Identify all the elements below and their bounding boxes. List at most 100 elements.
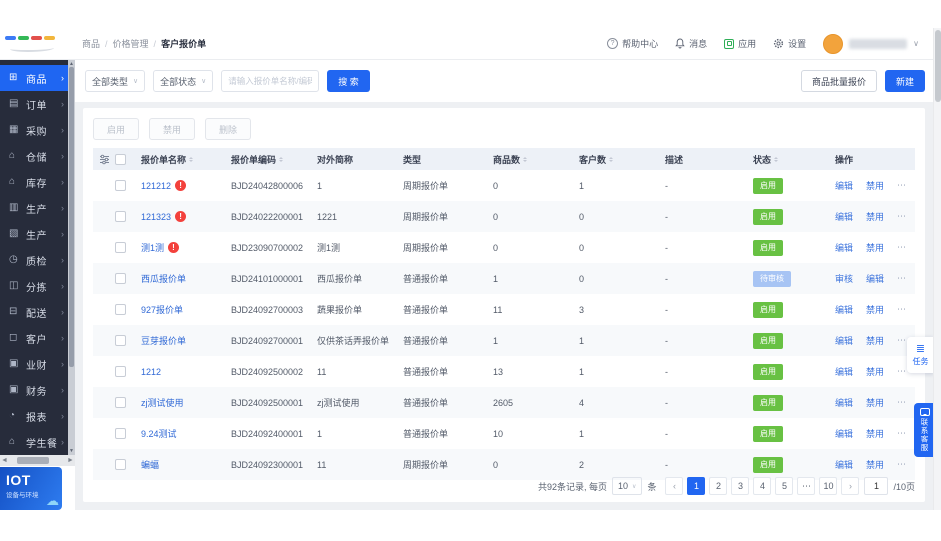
quote-name-link[interactable]: zj测试使用 xyxy=(141,396,184,409)
row-action-link[interactable]: 禁用 xyxy=(866,458,884,471)
breadcrumb-item[interactable]: 价格管理 xyxy=(113,37,149,50)
sidebar-item-quality-check[interactable]: ◷ 质检 › xyxy=(0,247,75,273)
row-checkbox[interactable] xyxy=(115,304,126,315)
sidebar-item-production-alt[interactable]: ▧ 生产 › xyxy=(0,221,75,247)
scrollbar-thumb[interactable] xyxy=(17,457,49,464)
status-filter-select[interactable]: 全部状态 ∨ xyxy=(153,70,214,92)
row-action-link[interactable]: 禁用 xyxy=(866,365,884,378)
row-action-link[interactable]: 禁用 xyxy=(866,396,884,409)
scrollbar-thumb[interactable] xyxy=(935,30,941,102)
column-header-customers[interactable]: 客户数 xyxy=(579,153,665,166)
column-settings-button[interactable] xyxy=(93,154,115,165)
quote-name-link[interactable]: 豆芽报价单 xyxy=(141,334,186,347)
sidebar-item-goods[interactable]: ⊞ 商品 › xyxy=(0,65,75,91)
row-checkbox[interactable] xyxy=(115,242,126,253)
row-action-link[interactable]: 编辑 xyxy=(835,365,853,378)
page-size-select[interactable]: 10 ∨ xyxy=(612,477,643,495)
scroll-down-icon[interactable]: ▼ xyxy=(68,448,75,454)
sidebar-item-business-finance[interactable]: ▣ 业财 › xyxy=(0,351,75,377)
column-header-goods[interactable]: 商品数 xyxy=(493,153,579,166)
quote-name-link[interactable]: 1212 xyxy=(141,367,161,377)
column-header-status[interactable]: 状态 xyxy=(753,153,835,166)
sidebar-horizontal-scrollbar[interactable]: ◄ ► xyxy=(0,455,75,466)
row-action-link[interactable]: 禁用 xyxy=(866,334,884,347)
row-action-link[interactable]: 编辑 xyxy=(835,179,853,192)
create-button[interactable]: 新建 xyxy=(884,70,925,92)
sort-icon[interactable] xyxy=(774,156,779,162)
page-jump-input[interactable] xyxy=(864,477,889,495)
messages-button[interactable]: 消息 xyxy=(675,37,707,50)
page-button[interactable]: 2 xyxy=(709,477,728,495)
scroll-left-icon[interactable]: ◄ xyxy=(0,455,9,466)
quote-name-link[interactable]: 西瓜报价单 xyxy=(141,272,186,285)
row-checkbox[interactable] xyxy=(115,180,126,191)
sidebar-item-purchase[interactable]: ▦ 采购 › xyxy=(0,117,75,143)
type-filter-select[interactable]: 全部类型 ∨ xyxy=(85,70,146,92)
row-action-link[interactable]: 编辑 xyxy=(835,210,853,223)
row-more-button[interactable]: ⋯ xyxy=(897,211,907,222)
sort-icon[interactable] xyxy=(523,156,528,162)
sidebar-item-student-meal[interactable]: ⌂ 学生餐 › xyxy=(0,429,75,455)
page-button[interactable]: 3 xyxy=(731,477,750,495)
page-vertical-scrollbar[interactable] xyxy=(933,28,941,510)
sidebar-item-delivery[interactable]: ⊟ 配送 › xyxy=(0,299,75,325)
batch-quote-button[interactable]: 商品批量报价 xyxy=(800,70,877,92)
row-action-link[interactable]: 编辑 xyxy=(835,458,853,471)
page-ellipsis[interactable]: ⋯ xyxy=(797,477,816,495)
delete-button[interactable]: 删除 xyxy=(205,118,252,140)
row-action-link[interactable]: 禁用 xyxy=(866,210,884,223)
quote-name-link[interactable]: 测1测 xyxy=(141,241,164,254)
search-input[interactable] xyxy=(221,70,320,92)
page-button[interactable]: 5 xyxy=(775,477,794,495)
row-action-link[interactable]: 禁用 xyxy=(866,303,884,316)
scroll-right-icon[interactable]: ► xyxy=(66,455,75,466)
sidebar-item-orders[interactable]: ▤ 订单 › xyxy=(0,91,75,117)
enable-button[interactable]: 启用 xyxy=(93,118,140,140)
quote-name-link[interactable]: 9.24测试 xyxy=(141,427,177,440)
settings-button[interactable]: 设置 xyxy=(773,37,806,50)
sidebar-vertical-scrollbar[interactable]: ▲ ▼ xyxy=(68,60,75,455)
search-button[interactable]: 搜 索 xyxy=(327,70,370,92)
row-checkbox[interactable] xyxy=(115,335,126,346)
sidebar-item-production[interactable]: ▥ 生产 › xyxy=(0,195,75,221)
user-menu[interactable]: ∨ xyxy=(823,33,919,54)
page-button[interactable]: 1 xyxy=(687,477,706,495)
row-action-link[interactable]: 编辑 xyxy=(835,427,853,440)
sidebar-item-customers[interactable]: ◻ 客户 › xyxy=(0,325,75,351)
iot-widget[interactable]: IOT 设备与环境 ☁ xyxy=(0,467,62,510)
sidebar-item-sorting[interactable]: ◫ 分拣 › xyxy=(0,273,75,299)
apps-button[interactable]: 应用 xyxy=(724,37,756,50)
row-more-button[interactable]: ⋯ xyxy=(897,366,907,377)
sort-icon[interactable] xyxy=(609,156,614,162)
row-action-link[interactable]: 编辑 xyxy=(835,303,853,316)
row-more-button[interactable]: ⋯ xyxy=(897,304,907,315)
prev-page-button[interactable]: ‹ xyxy=(665,477,684,495)
row-checkbox[interactable] xyxy=(115,273,126,284)
sidebar-item-warehouse[interactable]: ⌂ 仓储 › xyxy=(0,143,75,169)
row-more-button[interactable]: ⋯ xyxy=(897,428,907,439)
app-logo[interactable] xyxy=(0,28,75,59)
row-more-button[interactable]: ⋯ xyxy=(897,335,907,346)
row-more-button[interactable]: ⋯ xyxy=(897,242,907,253)
scrollbar-thumb[interactable] xyxy=(69,67,74,367)
sidebar-item-reports[interactable]: ◔ 报表 › xyxy=(0,403,75,429)
sort-icon[interactable] xyxy=(189,156,194,162)
page-button[interactable]: 10 xyxy=(819,477,838,495)
row-action-link[interactable]: 审核 xyxy=(835,272,853,285)
row-more-button[interactable]: ⋯ xyxy=(897,180,907,191)
row-checkbox[interactable] xyxy=(115,428,126,439)
row-action-link[interactable]: 禁用 xyxy=(866,179,884,192)
quote-name-link[interactable]: 蝙蝠 xyxy=(141,458,159,471)
select-all-checkbox[interactable] xyxy=(115,153,126,165)
row-action-link[interactable]: 编辑 xyxy=(835,334,853,347)
sidebar-item-finance[interactable]: ▣ 财务 › xyxy=(0,377,75,403)
disable-button[interactable]: 禁用 xyxy=(149,118,196,140)
row-checkbox[interactable] xyxy=(115,397,126,408)
quote-name-link[interactable]: 121212 xyxy=(141,181,171,191)
column-header-name[interactable]: 报价单名称 xyxy=(141,153,231,166)
next-page-button[interactable]: › xyxy=(841,477,860,495)
sidebar-item-inventory[interactable]: ⌂ 库存 › xyxy=(0,169,75,195)
help-center-button[interactable]: ? 帮助中心 xyxy=(607,37,658,50)
row-checkbox[interactable] xyxy=(115,459,126,470)
row-action-link[interactable]: 禁用 xyxy=(866,241,884,254)
